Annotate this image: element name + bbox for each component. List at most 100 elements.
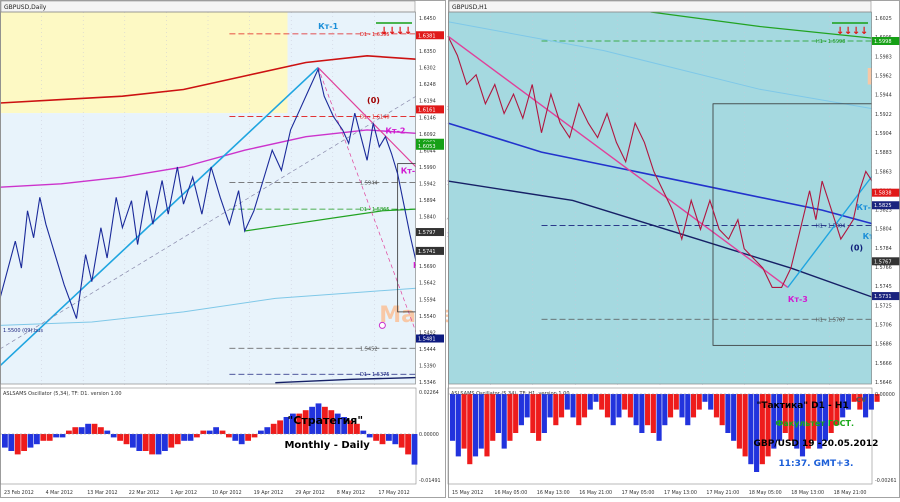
window-title: GBPUSD,Daily: [4, 4, 47, 11]
histogram-bar: [455, 394, 461, 457]
tick-label: 1.5962: [875, 73, 892, 79]
price-box-label: 1.6053: [418, 144, 436, 150]
histogram-bar: [713, 394, 720, 418]
price-box-label: 1.5797: [418, 230, 436, 236]
histogram-bar: [155, 434, 162, 455]
histogram-bar: [536, 394, 542, 441]
histogram-bar: [622, 394, 628, 410]
panel-h1: Masterforex-V1.6022 - 76.4%1.6006 - 261.…: [447, 0, 900, 498]
tick-label: 1.6248: [419, 82, 436, 88]
histogram-bar: [98, 427, 104, 434]
caption-tactic: "Тактика" D1 - H1: [757, 401, 849, 411]
histogram-bar: [117, 434, 123, 441]
histogram-bar: [490, 394, 496, 441]
x-tick-label: 18 May 21:00: [834, 490, 867, 496]
tick-label: 1.5863: [875, 169, 892, 175]
zone-teal: [448, 12, 879, 384]
tick-label: 1.5990: [419, 165, 436, 171]
histogram-bar: [78, 427, 85, 434]
cv-mark: CV: [856, 396, 867, 404]
histogram-bar: [206, 430, 213, 434]
histogram-bar: [34, 434, 40, 445]
x-tick-label: 17 May 21:00: [706, 490, 739, 496]
histogram-bar: [673, 394, 679, 410]
histogram-bar: [541, 394, 547, 433]
window-title-bar: [448, 0, 872, 13]
zone-yellow: [0, 12, 288, 114]
histogram-bar: [123, 434, 130, 445]
histogram-bar: [21, 434, 27, 451]
tick-label: 1.5944: [875, 93, 892, 99]
price-box-label: 1.5767: [874, 259, 892, 265]
x-tick-label: 23 Feb 2012: [4, 490, 34, 496]
tick-label: 1.5346: [419, 380, 436, 386]
tick-label: 1.6025: [875, 16, 892, 22]
level-label: 1.5944: [360, 181, 378, 187]
caption-date: GBP/USD 19 -20.05.2012: [754, 439, 879, 449]
histogram-bar: [472, 394, 479, 457]
histogram-bar: [736, 394, 742, 449]
price-box-label: 1.6161: [418, 107, 436, 113]
histogram-bar: [748, 394, 754, 465]
x-tick-label: 15 May 2012: [452, 490, 483, 496]
histogram-bar: [478, 394, 484, 449]
histogram-bar: [633, 394, 639, 426]
histogram-bar: [627, 394, 633, 418]
window-title-bar: [0, 0, 416, 13]
histogram-bar: [14, 434, 21, 455]
histogram-bar: [742, 394, 748, 457]
x-tick-label: 17 May 2012: [378, 490, 409, 496]
price-box-label: 1.5481: [418, 337, 436, 343]
histogram-bar: [513, 394, 519, 433]
histogram-bar: [656, 394, 662, 441]
histogram-bar: [708, 394, 714, 410]
tick-label: 1.5642: [419, 281, 436, 287]
histogram-bar: [130, 434, 136, 448]
histogram-bar: [518, 394, 524, 426]
oscillator-tick: -0.01491: [419, 478, 441, 484]
histogram-bar: [558, 394, 565, 418]
histogram-bar: [690, 394, 697, 418]
price-box-label: 1.5998: [874, 39, 892, 45]
histogram-bar: [27, 434, 34, 448]
tick-label: 1.5883: [875, 150, 892, 156]
histogram-bar: [245, 434, 251, 441]
histogram-bar: [530, 394, 536, 433]
caption-time: 11:37. GMT+3.: [778, 459, 853, 469]
level-label: H1 - 1.5804: [816, 224, 845, 230]
oscillator-tick: 0.00000: [875, 392, 895, 398]
zone-blue: [0, 113, 288, 384]
tick-label: 1.5666: [875, 361, 892, 367]
arrow-down-icon: ↓: [404, 26, 412, 37]
histogram-bar: [142, 434, 149, 451]
level-label: H1 - 1.5998: [816, 39, 845, 45]
window-title: GBPUSD,H1: [452, 4, 488, 11]
histogram-bar: [725, 394, 731, 433]
histogram-bar: [149, 434, 155, 455]
tick-label: 1.5840: [419, 215, 436, 221]
histogram-bar: [610, 394, 616, 426]
histogram-bar: [604, 394, 611, 418]
level-label: 1.5452: [360, 346, 378, 352]
histogram-bar: [587, 394, 593, 410]
tick-label: 1.6302: [419, 66, 436, 72]
x-tick-label: 22 Mar 2012: [129, 490, 159, 496]
histogram-bar: [181, 434, 187, 441]
histogram-bar: [238, 434, 245, 445]
price-box-label: 1.5825: [874, 203, 892, 209]
caption-strategy-tf: Monthly - Daily: [284, 440, 370, 451]
histogram-bar: [226, 434, 232, 438]
oscillator-tick: 0.00000: [419, 432, 439, 438]
tick-label: 1.5690: [419, 264, 436, 270]
histogram-bar: [8, 434, 15, 451]
x-tick-label: 4 Mar 2012: [46, 490, 73, 496]
histogram-bar: [702, 394, 708, 402]
x-tick-label: 16 May 05:00: [494, 490, 527, 496]
price-box-label: 1.6381: [418, 33, 436, 39]
oscillator-tick: 0.02264: [419, 390, 439, 396]
histogram-bar: [524, 394, 530, 418]
histogram-bar: [200, 430, 207, 434]
histogram-bar: [386, 434, 392, 441]
x-tick-label: 8 May 2012: [337, 490, 365, 496]
histogram-bar: [719, 394, 725, 426]
